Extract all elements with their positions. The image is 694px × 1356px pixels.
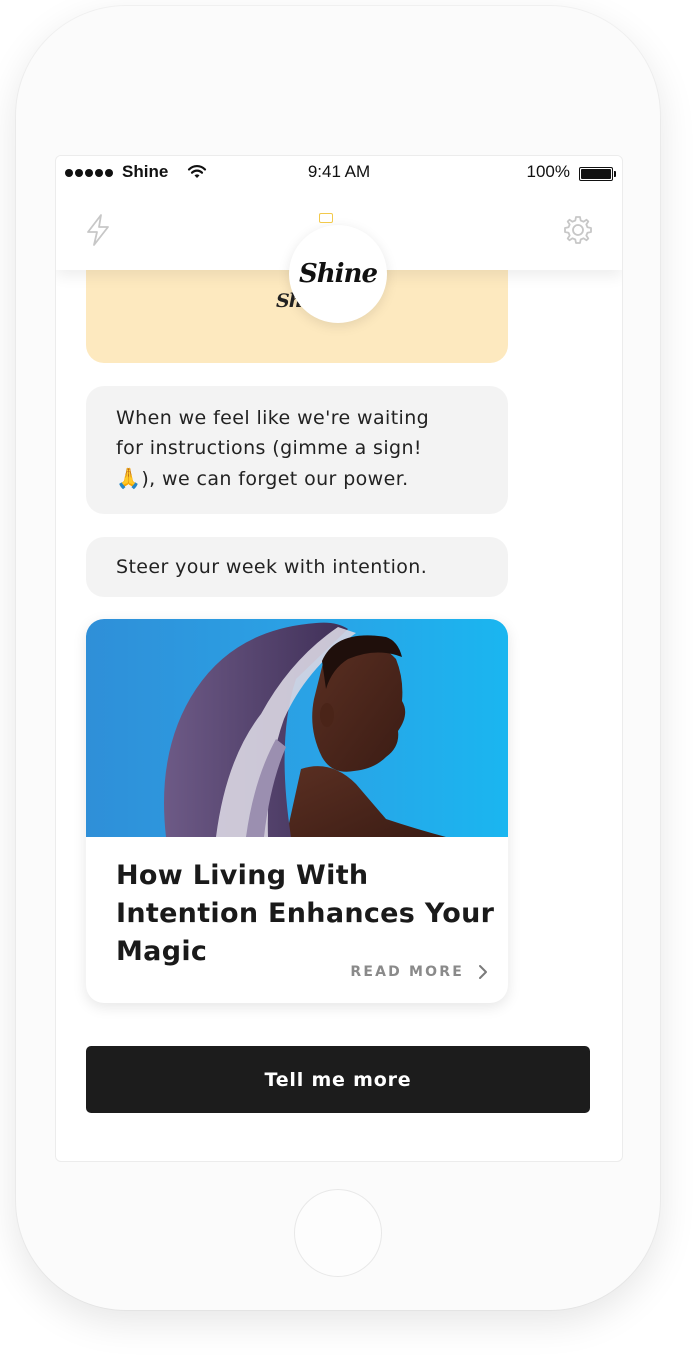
read-more-label: READ MORE bbox=[350, 964, 464, 980]
article-title: How Living With Intention Enhances Your … bbox=[116, 860, 495, 967]
message-line: Steer your week with intention. bbox=[116, 556, 428, 578]
message-line: When we feel like we're waiting bbox=[116, 407, 430, 429]
praying-hands-emoji: 🙏 bbox=[116, 466, 142, 490]
battery-percentage: 100% bbox=[526, 162, 570, 181]
lightning-bolt-button[interactable] bbox=[78, 210, 118, 250]
chevron-right-icon bbox=[479, 965, 487, 979]
read-more-link[interactable]: READ MORE bbox=[350, 964, 488, 980]
settings-button[interactable] bbox=[558, 210, 598, 250]
battery-icon bbox=[579, 167, 616, 181]
lightning-bolt-icon bbox=[87, 214, 109, 246]
article-image bbox=[86, 619, 508, 837]
tell-me-more-button[interactable]: Tell me more bbox=[86, 1046, 590, 1113]
logo-wordmark: Shine bbox=[298, 259, 378, 289]
chat-bubble: Steer your week with intention. bbox=[86, 537, 508, 597]
message-text: ), we can forget our power. bbox=[141, 468, 409, 490]
shine-logo[interactable]: Shine bbox=[289, 213, 387, 323]
crown-icon bbox=[319, 213, 333, 223]
app-screen: Shine 9:41 AM 100% Shine When we feel li… bbox=[55, 155, 623, 1162]
home-button[interactable] bbox=[294, 1189, 382, 1277]
portrait-illustration bbox=[164, 622, 446, 837]
message-line: 🙏), we can forget our power. bbox=[116, 463, 478, 494]
gear-icon bbox=[564, 216, 592, 244]
chat-bubble: When we feel like we're waiting for inst… bbox=[86, 386, 508, 514]
status-bar: Shine 9:41 AM 100% bbox=[56, 156, 622, 190]
article-card[interactable]: How Living With Intention Enhances Your … bbox=[86, 619, 508, 1003]
message-line: for instructions (gimme a sign! bbox=[116, 437, 422, 459]
